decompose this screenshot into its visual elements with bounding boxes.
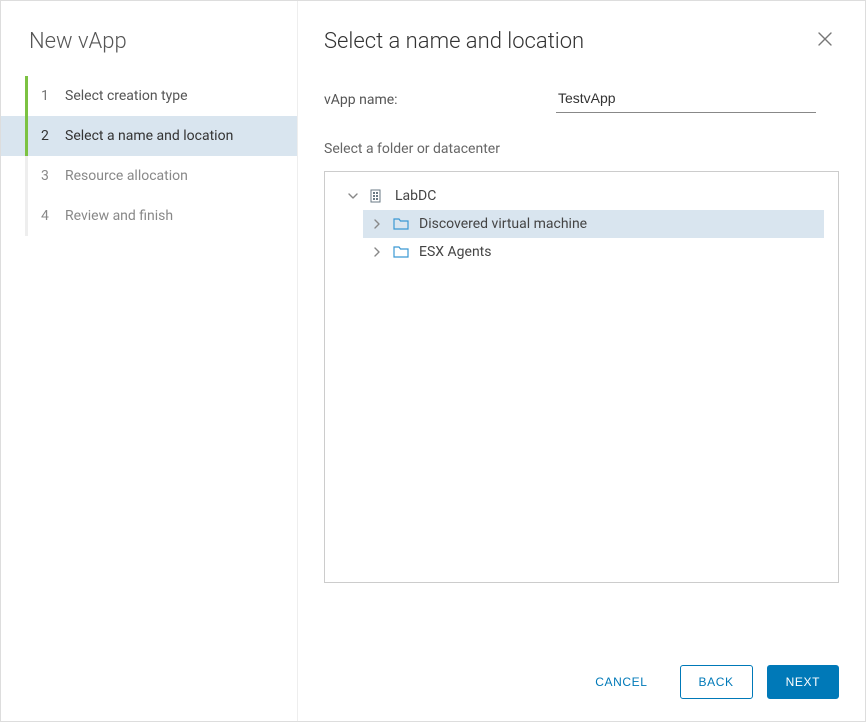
step-review-finish[interactable]: 4 Review and finish xyxy=(1,196,297,236)
vapp-name-input[interactable] xyxy=(556,86,816,113)
wizard-footer: CANCEL BACK NEXT xyxy=(324,647,839,699)
folder-section-label: Select a folder or datacenter xyxy=(324,141,839,157)
step-number: 3 xyxy=(41,168,55,184)
back-button[interactable]: BACK xyxy=(680,665,753,699)
datacenter-icon xyxy=(369,188,385,204)
vapp-name-label: vApp name: xyxy=(324,92,556,108)
page-title: Select a name and location xyxy=(324,29,584,54)
wizard-sidebar: New vApp 1 Select creation type 2 Select… xyxy=(1,1,298,721)
tree-node-folder[interactable]: ESX Agents xyxy=(363,238,824,266)
new-vapp-dialog: New vApp 1 Select creation type 2 Select… xyxy=(0,0,866,722)
folder-icon xyxy=(393,216,409,232)
vapp-name-row: vApp name: xyxy=(324,86,839,113)
step-number: 4 xyxy=(41,208,55,224)
chevron-down-icon[interactable] xyxy=(347,191,359,201)
next-button[interactable]: NEXT xyxy=(767,665,839,699)
wizard-title: New vApp xyxy=(1,29,297,76)
tree-node-label: LabDC xyxy=(395,188,436,204)
tree-node-label: Discovered virtual machine xyxy=(419,216,587,232)
tree-node-label: ESX Agents xyxy=(419,244,491,260)
step-select-name-location[interactable]: 2 Select a name and location xyxy=(1,116,297,156)
step-label: Select a name and location xyxy=(65,128,233,144)
wizard-steps: 1 Select creation type 2 Select a name a… xyxy=(1,76,297,236)
step-resource-allocation[interactable]: 3 Resource allocation xyxy=(1,156,297,196)
tree-node-datacenter[interactable]: LabDC xyxy=(339,182,824,210)
step-number: 2 xyxy=(41,128,55,144)
close-icon[interactable] xyxy=(811,29,839,53)
step-number: 1 xyxy=(41,88,55,104)
tree-node-folder[interactable]: Discovered virtual machine xyxy=(363,210,824,238)
chevron-right-icon[interactable] xyxy=(371,247,383,257)
cancel-button[interactable]: CANCEL xyxy=(577,665,665,699)
step-label: Review and finish xyxy=(65,208,173,224)
folder-icon xyxy=(393,244,409,260)
step-label: Select creation type xyxy=(65,88,188,104)
step-select-creation-type[interactable]: 1 Select creation type xyxy=(1,76,297,116)
chevron-right-icon[interactable] xyxy=(371,219,383,229)
main-header: Select a name and location xyxy=(324,29,839,54)
folder-tree: LabDC Discovered virtual machine ESX A xyxy=(324,171,839,583)
wizard-main-panel: Select a name and location vApp name: Se… xyxy=(298,1,865,721)
step-label: Resource allocation xyxy=(65,168,188,184)
